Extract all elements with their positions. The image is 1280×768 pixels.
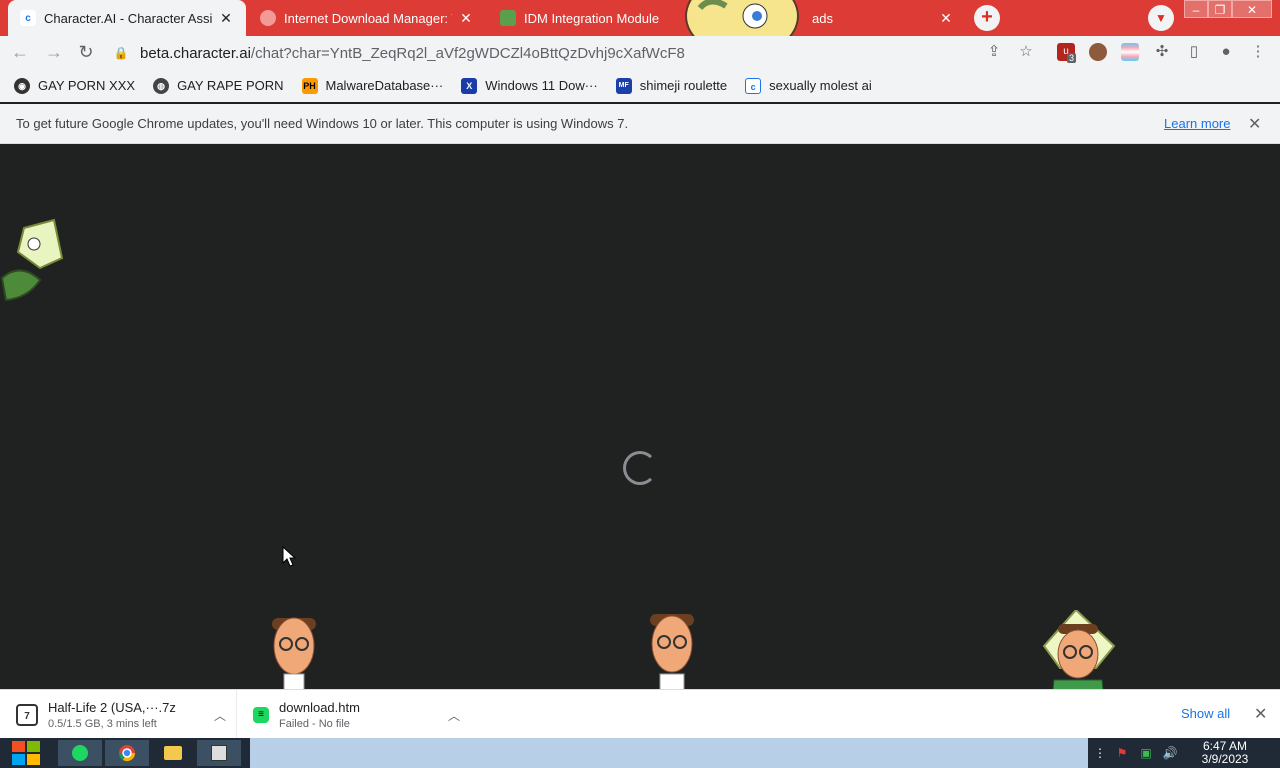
learn-more-link[interactable]: Learn more: [1164, 116, 1230, 131]
window-close-button[interactable]: ✕: [1232, 0, 1272, 18]
folder-icon: [164, 746, 182, 760]
taskbar-app[interactable]: [197, 740, 241, 766]
7zip-icon: 7: [16, 703, 38, 726]
tab-title: Internet Download Manager: The: [284, 10, 452, 26]
character-ai-icon: c: [20, 10, 36, 26]
action-center-flag-icon[interactable]: ⚑: [1114, 745, 1130, 761]
chrome-icon: [118, 745, 136, 762]
taskbar: ⋮ ⚑ ▣ 🔊 6:47 AM 3/9/2023: [0, 738, 1280, 768]
tab-idm[interactable]: Internet Download Manager: The ✕: [248, 0, 486, 36]
idm-icon: [260, 10, 276, 26]
address-bar[interactable]: 🔒 beta.character.ai/chat?char=YntB_ZeqRq…: [110, 40, 1042, 66]
minimize-button[interactable]: –: [1184, 0, 1208, 18]
tab-character-ai[interactable]: c Character.AI - Character Assist ✕: [8, 0, 246, 36]
loading-spinner: [623, 451, 657, 485]
mouse-cursor: [282, 546, 296, 567]
globe-icon: ◍: [153, 77, 170, 94]
volume-icon[interactable]: 🔊: [1162, 745, 1178, 761]
bookmark-item[interactable]: X Windows 11 Dow···: [457, 77, 598, 94]
menu-icon[interactable]: ⋮: [1248, 42, 1268, 62]
bookmark-label: MalwareDatabase···: [325, 78, 444, 93]
start-button[interactable]: [4, 740, 48, 766]
bookmark-label: shimeji roulette: [639, 78, 728, 93]
downloads-bar: 7 Half-Life 2 (USA,···.7z 0.5/1.5 GB, 3 …: [0, 689, 1280, 739]
forward-button[interactable]: →: [42, 40, 66, 64]
tab-strip: c Character.AI - Character Assist ✕ Inte…: [0, 0, 1280, 36]
puzzle-icon: [500, 10, 516, 26]
download-status: Failed - No file: [279, 717, 350, 730]
peridot-shimeji-sprite[interactable]: [0, 218, 64, 308]
ph-icon: PH: [301, 77, 318, 94]
reload-button[interactable]: ↻: [74, 40, 98, 64]
extension-badge: 3: [1067, 53, 1077, 63]
close-icon[interactable]: ✕: [218, 10, 234, 27]
taskbar-chrome[interactable]: [105, 740, 149, 766]
bookmark-label: GAY RAPE PORN: [177, 78, 284, 93]
taskbar-explorer[interactable]: [151, 740, 195, 766]
download-name: download.htm: [279, 699, 360, 715]
windows-logo-icon: [12, 741, 40, 765]
taskbar-pinned-area: [0, 738, 250, 768]
bookmark-label: Windows 11 Dow···: [485, 78, 598, 93]
bookmarks-bar: ◉ GAY PORN XXX ◍ GAY RAPE PORN PH Malwar…: [0, 69, 1280, 102]
download-status: 0.5/1.5 GB, 3 mins left: [48, 717, 157, 730]
taskbar-spotify[interactable]: [58, 740, 102, 766]
mf-icon: MF: [615, 77, 632, 94]
download-item[interactable]: 7 Half-Life 2 (USA,···.7z 0.5/1.5 GB, 3 …: [0, 690, 236, 739]
show-all-button[interactable]: Show all: [1181, 706, 1230, 721]
spotify-icon: [72, 745, 88, 761]
bookmark-star-icon[interactable]: ☆: [1016, 42, 1036, 62]
spotify-icon: ≡: [253, 706, 269, 723]
downloads-close-icon[interactable]: ✕: [1254, 704, 1267, 724]
url-host: beta.character.ai: [140, 44, 251, 62]
bookmark-item[interactable]: ◍ GAY RAPE PORN: [149, 77, 284, 94]
extensions-puzzle-icon[interactable]: ✣: [1152, 42, 1172, 62]
share-icon[interactable]: ⇪: [984, 42, 1004, 62]
update-infobar: To get future Google Chrome updates, you…: [0, 104, 1280, 144]
bookmark-item[interactable]: c sexually molest ai: [741, 77, 872, 94]
chevron-up-icon[interactable]: ︿: [448, 707, 460, 724]
x-icon: X: [461, 77, 478, 94]
avatar-extension-icon[interactable]: [1089, 43, 1107, 61]
infobar-close-icon[interactable]: ✕: [1248, 114, 1261, 134]
restore-button[interactable]: ❐: [1208, 0, 1232, 18]
toolbar: ← → ↻ 🔒 beta.character.ai/chat?char=YntB…: [0, 36, 1280, 69]
close-icon[interactable]: ✕: [458, 10, 474, 27]
back-button[interactable]: ←: [8, 40, 32, 64]
clock-date: 3/9/2023: [1201, 752, 1249, 766]
character-ai-icon: c: [745, 77, 762, 94]
lock-icon[interactable]: 🔒: [110, 46, 132, 60]
flag-extension-icon[interactable]: [1121, 43, 1139, 61]
bookmark-item[interactable]: MF shimeji roulette: [612, 77, 728, 94]
tab-idm-integration[interactable]: IDM Integration Module: [488, 0, 678, 36]
bookmark-item[interactable]: ◉ GAY PORN XXX: [10, 77, 136, 94]
tab-title: IDM Integration Module: [524, 10, 660, 26]
notepad-icon: [211, 745, 227, 761]
network-icon[interactable]: ▣: [1138, 745, 1154, 761]
download-item[interactable]: ≡ download.htm Failed - No file ︿: [236, 690, 470, 739]
tab-title: ads: [812, 10, 833, 26]
profile-icon[interactable]: ●: [1216, 42, 1236, 62]
page-content: [0, 144, 1280, 689]
tray-overflow-icon[interactable]: ⋮: [1092, 745, 1108, 761]
bookmark-item[interactable]: PH MalwareDatabase···: [298, 77, 444, 94]
new-tab-button[interactable]: +: [974, 5, 1000, 31]
tab-downloads[interactable]: ads ✕: [800, 0, 966, 36]
tab-title: Character.AI - Character Assist: [44, 10, 212, 26]
download-name: Half-Life 2 (USA,···.7z: [48, 699, 176, 715]
bookmark-label: GAY PORN XXX: [38, 78, 136, 93]
tab-search-button[interactable]: ▼: [1148, 5, 1174, 31]
chevron-up-icon[interactable]: ︿: [214, 707, 226, 724]
bookmark-label: sexually molest ai: [769, 78, 872, 93]
taskbar-clock[interactable]: 6:47 AM 3/9/2023: [1194, 740, 1256, 766]
infobar-message: To get future Google Chrome updates, you…: [16, 116, 629, 131]
side-panel-icon[interactable]: ▯: [1184, 42, 1204, 62]
close-icon[interactable]: ✕: [938, 10, 954, 27]
github-icon: ◉: [14, 77, 30, 94]
url-path: /chat?char=YntB_ZeqRq2l_aVf2gWDCZl4oBttQ…: [250, 44, 685, 62]
